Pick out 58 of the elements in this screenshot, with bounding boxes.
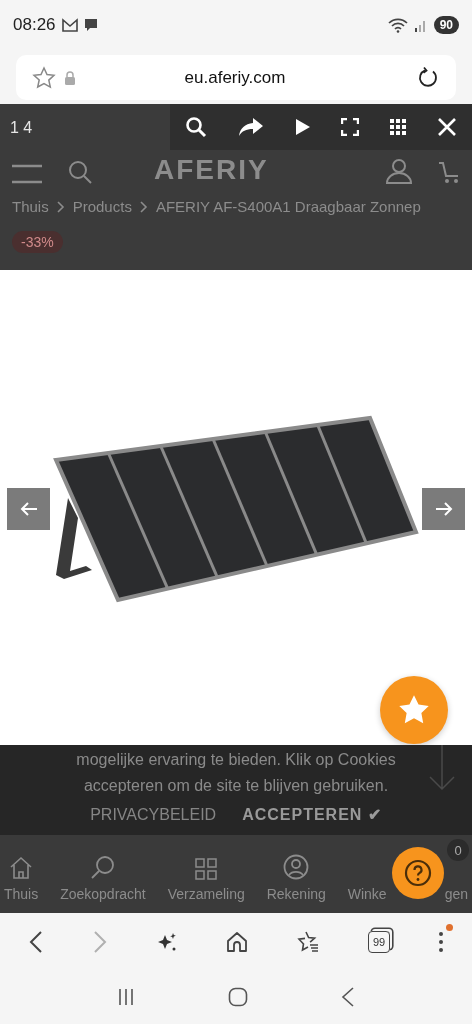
breadcrumb-link[interactable]: AFERIY AF-S400A1 Draagbaar Zonnep: [155, 198, 421, 215]
user-icon: [283, 854, 310, 880]
play-icon[interactable]: [294, 118, 311, 136]
back-icon[interactable]: [28, 929, 44, 954]
user-icon: [386, 158, 412, 184]
cookie-notice-text: mogelijke ervaring te bieden. Klik op Cookies accepteren om de site te blijven gebruiken.: [75, 750, 397, 796]
zoom-icon[interactable]: [185, 116, 208, 138]
nav-label: Winke: [347, 886, 387, 902]
breadcrumb-link[interactable]: Products: [72, 198, 132, 215]
home-button-icon[interactable]: [228, 987, 248, 1007]
accept-cookies-button[interactable]: ACCEPTEREN ✔: [242, 805, 382, 824]
nav-label: gen: [444, 886, 468, 902]
menu-icon: [12, 164, 42, 184]
url-text: eu.aferiy.com: [183, 67, 287, 88]
close-icon[interactable]: [436, 117, 457, 137]
bookmark-star-icon[interactable]: [32, 65, 56, 90]
nav-cart-button[interactable]: Winke gen: [347, 886, 468, 902]
back-icon[interactable]: [341, 987, 356, 1007]
privacy-policy-link[interactable]: PRIVACYBELEID: [90, 805, 217, 824]
home-icon: [9, 856, 34, 880]
nav-home-button[interactable]: Thuis: [4, 856, 39, 902]
search-icon: [68, 160, 92, 184]
bookmarks-icon[interactable]: [296, 930, 320, 953]
address-bar[interactable]: eu.aferiy.com: [16, 55, 456, 100]
lock-icon: [64, 70, 76, 85]
grid-icon[interactable]: [389, 119, 406, 135]
discount-badge: -33%: [12, 231, 63, 253]
help-button[interactable]: [392, 847, 444, 899]
arrow-right-icon: [434, 502, 453, 516]
nav-search-button[interactable]: Zoekopdracht: [60, 854, 146, 902]
previous-image-button[interactable]: [7, 488, 50, 530]
battery-level: 90: [433, 16, 459, 34]
signal-icon: [413, 18, 428, 32]
reload-icon[interactable]: [416, 65, 440, 90]
share-icon[interactable]: [238, 117, 264, 137]
cart-count-badge: 0: [447, 839, 469, 861]
mail-icon: [61, 18, 78, 32]
search-icon: [89, 854, 116, 880]
chevron-right-icon: [56, 200, 65, 213]
arrow-down-icon: [429, 745, 455, 791]
breadcrumb-link[interactable]: Thuis: [12, 198, 49, 215]
recent-apps-icon[interactable]: [116, 988, 135, 1006]
grid-icon: [195, 858, 218, 880]
next-image-button[interactable]: [422, 488, 465, 530]
more-icon[interactable]: [438, 930, 444, 953]
clock-time: 08:26: [13, 15, 56, 35]
chat-icon: [83, 18, 98, 32]
home-icon[interactable]: [226, 930, 248, 953]
nav-account-button[interactable]: Rekening: [266, 854, 326, 902]
arrow-left-icon: [19, 502, 38, 516]
nav-grid-button[interactable]: Verzameling: [167, 858, 245, 902]
fullscreen-icon[interactable]: [341, 118, 360, 136]
image-counter: 1 4: [10, 119, 33, 137]
chevron-right-icon: [139, 200, 148, 213]
question-icon: [404, 859, 432, 887]
site-logo: AFERIY: [154, 156, 269, 184]
cart-icon: [438, 160, 460, 184]
wifi-icon: [387, 17, 408, 33]
